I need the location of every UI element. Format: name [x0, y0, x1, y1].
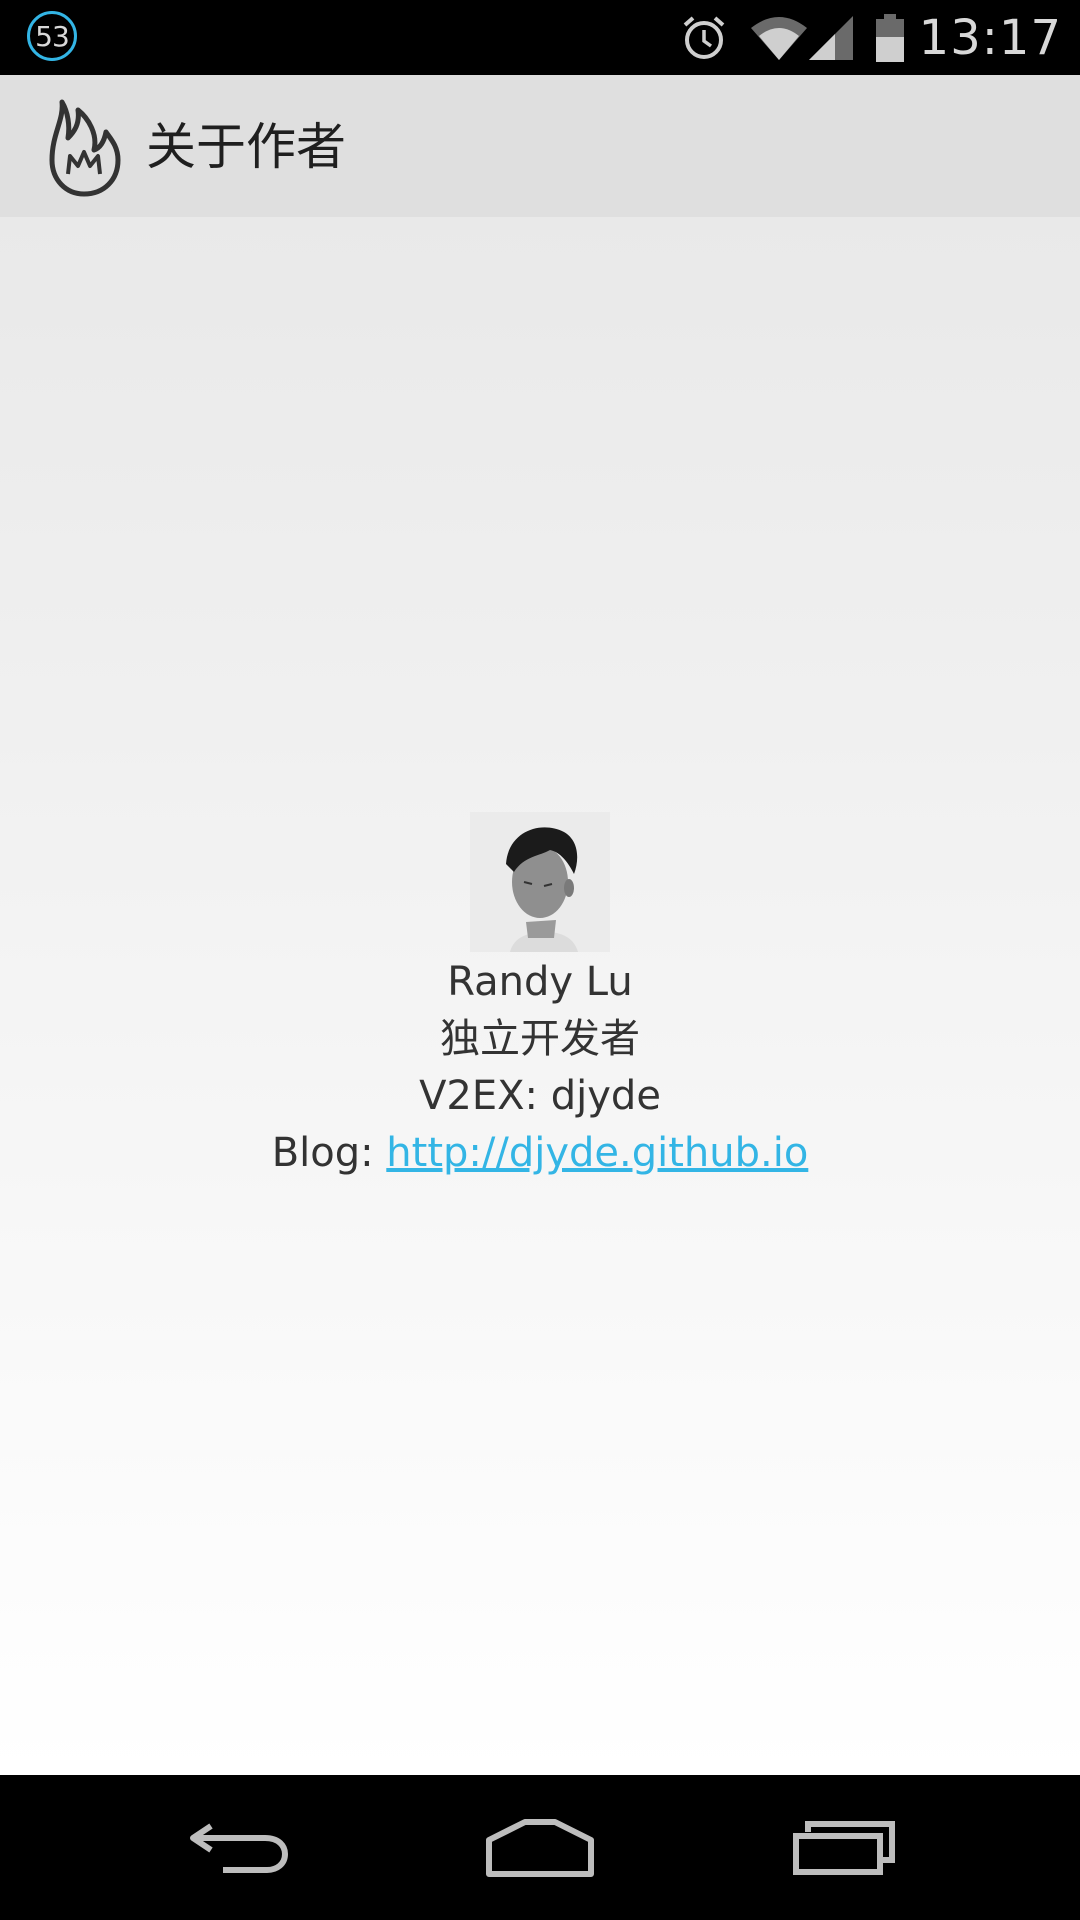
author-name: Randy Lu — [447, 959, 633, 1005]
battery-icon — [875, 13, 904, 62]
v2ex-line: V2EX: djyde — [0, 1068, 1080, 1125]
signal-icon — [808, 15, 853, 60]
home-icon — [486, 1818, 594, 1877]
v2ex-label: V2EX: — [419, 1073, 551, 1119]
notification-count: 53 — [35, 19, 70, 53]
back-icon — [190, 1823, 289, 1873]
author-profile: Randy Lu 独立开发者 V2EX: djyde Blog: http://… — [0, 812, 1080, 1182]
screen: 53 13:17 关于作者 Randy Lu 独立开发者 V2EX: djyde… — [0, 0, 1080, 1920]
status-time: 13:17 — [918, 9, 1062, 66]
notification-badge[interactable]: 53 — [27, 11, 77, 61]
status-bar: 53 13:17 — [0, 0, 1080, 75]
status-icons: 13:17 — [679, 0, 1062, 75]
recent-apps-icon — [793, 1820, 895, 1875]
blog-link[interactable]: http://djyde.github.io — [386, 1130, 808, 1176]
recent-apps-button[interactable] — [764, 1775, 924, 1920]
blog-label: Blog: — [271, 1130, 387, 1176]
flame-icon[interactable] — [48, 98, 122, 198]
nav-bar — [0, 1775, 1080, 1920]
content-area: Randy Lu 独立开发者 V2EX: djyde Blog: http://… — [0, 217, 1080, 1775]
page-title: 关于作者 — [146, 118, 346, 176]
wifi-icon — [750, 16, 807, 60]
v2ex-username: djyde — [550, 1073, 661, 1119]
blog-line: Blog: http://djyde.github.io — [0, 1125, 1080, 1182]
author-role: 独立开发者 — [440, 1016, 640, 1062]
home-button[interactable] — [460, 1775, 620, 1920]
alarm-icon — [683, 15, 724, 59]
avatar — [470, 812, 610, 952]
back-button[interactable] — [159, 1775, 319, 1920]
